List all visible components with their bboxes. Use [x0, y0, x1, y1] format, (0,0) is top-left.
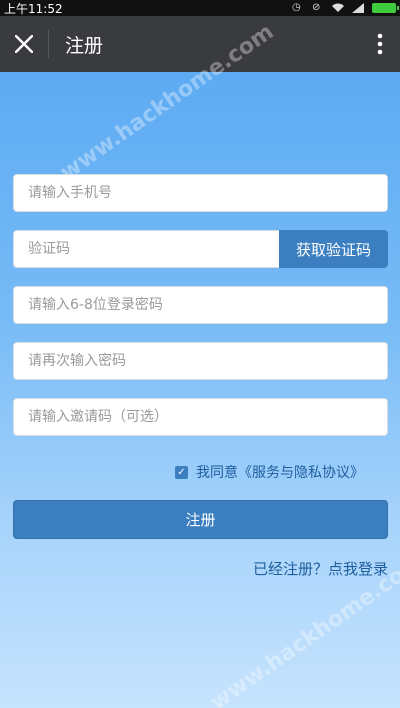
wifi-icon	[332, 3, 344, 13]
password-input[interactable]	[13, 286, 388, 324]
verification-code-input[interactable]	[13, 230, 279, 268]
close-button[interactable]	[0, 16, 48, 72]
register-button[interactable]: 注册	[13, 500, 388, 539]
title-divider	[48, 30, 49, 58]
verification-code-row: 获取验证码	[13, 230, 388, 268]
title-bar: 注册	[0, 16, 400, 72]
agreement-link[interactable]: 我同意《服务与隐私协议》	[196, 462, 364, 482]
get-code-button[interactable]: 获取验证码	[279, 230, 388, 268]
agreement-row: ✓ 我同意《服务与隐私协议》	[175, 462, 364, 482]
agree-checkbox[interactable]: ✓	[175, 465, 188, 479]
silent-icon: ⊘	[312, 2, 321, 13]
confirm-password-input[interactable]	[13, 342, 388, 380]
alarm-icon: ◷	[292, 2, 301, 13]
phone-input[interactable]	[13, 174, 388, 212]
login-link[interactable]: 已经注册？点我登录	[253, 558, 388, 579]
status-bar: 上午11:52 ◷ ⊘	[0, 0, 400, 16]
more-vertical-icon	[377, 33, 383, 55]
status-icons: ◷ ⊘	[292, 2, 399, 13]
close-icon	[15, 35, 33, 53]
page-title: 注册	[65, 34, 104, 57]
more-button[interactable]	[360, 16, 400, 72]
register-form: 获取验证码	[13, 174, 388, 454]
invite-code-input[interactable]	[13, 398, 388, 436]
status-time: 上午11:52	[4, 1, 63, 16]
battery-icon	[372, 3, 399, 13]
signal-icon	[352, 3, 364, 13]
